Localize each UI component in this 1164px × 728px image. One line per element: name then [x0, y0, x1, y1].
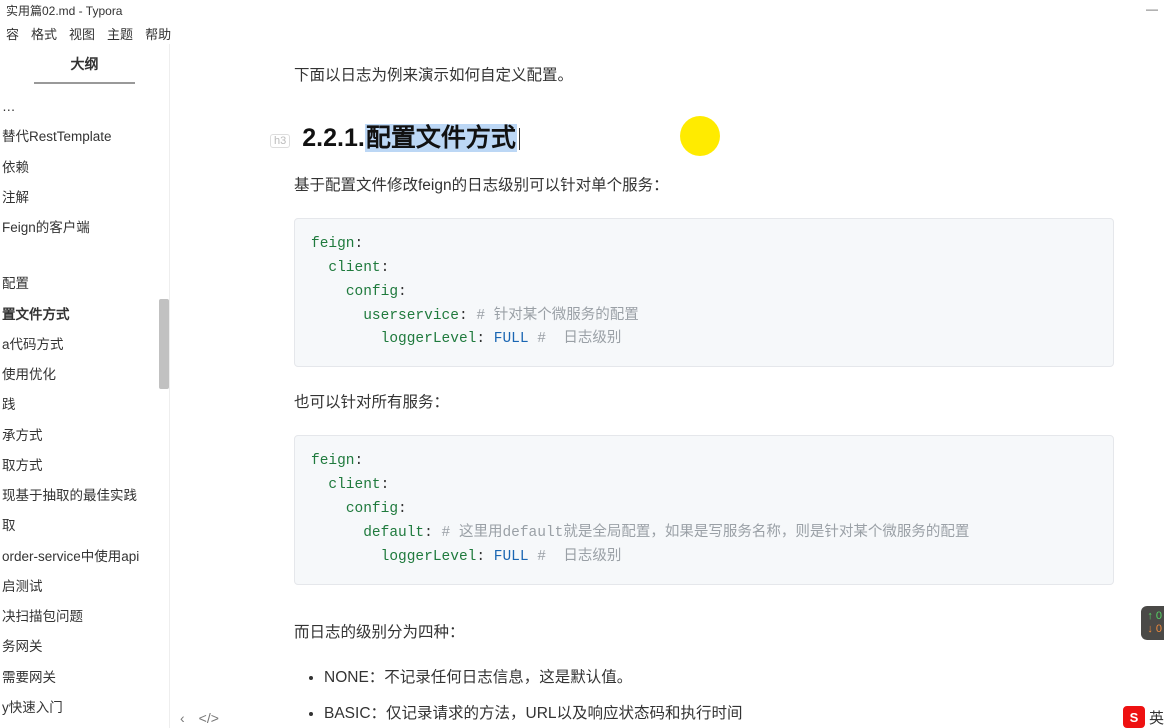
- sync-up: ↑ 0: [1147, 610, 1162, 623]
- heading-h3[interactable]: 2.2.1.配置文件方式: [302, 118, 520, 154]
- outline-item[interactable]: 决扫描包问题: [0, 602, 169, 632]
- heading-row[interactable]: h3 2.2.1.配置文件方式: [294, 118, 1114, 154]
- paragraph[interactable]: 下面以日志为例来演示如何自定义配置。: [294, 62, 1114, 90]
- menu-bar: 容 格式 视图 主题 帮助: [0, 20, 1164, 44]
- menu-item[interactable]: 主题: [107, 24, 133, 43]
- status-bar: ‹ </>: [180, 710, 219, 726]
- outline-item[interactable]: 需要网关: [0, 663, 169, 693]
- paragraph[interactable]: 而日志的级别分为四种：: [294, 619, 1114, 647]
- outline-item[interactable]: 替代RestTemplate: [0, 122, 169, 152]
- outline-item[interactable]: y快速入门: [0, 693, 169, 723]
- outline-item[interactable]: order-service中使用api: [0, 542, 169, 572]
- list-item[interactable]: BASIC：仅记录请求的方法，URL以及响应状态码和执行时间: [324, 701, 1114, 727]
- menu-item[interactable]: 帮助: [145, 24, 171, 43]
- outline-item[interactable]: 注解: [0, 183, 169, 213]
- sync-down: ↓ 0: [1147, 623, 1162, 636]
- editor-content[interactable]: 下面以日志为例来演示如何自定义配置。 h3 2.2.1.配置文件方式 基于配置文…: [170, 44, 1164, 728]
- outline-item[interactable]: 现基于抽取的最佳实践: [0, 481, 169, 511]
- log-levels-list: NONE：不记录任何日志信息，这是默认值。 BASIC：仅记录请求的方法，URL…: [324, 665, 1114, 728]
- outline-sidebar: 大纲 … 替代RestTemplate 依赖 注解 Feign的客户端 配置 置…: [0, 44, 170, 728]
- menu-item[interactable]: 格式: [31, 24, 57, 43]
- source-mode-icon[interactable]: </>: [199, 710, 219, 726]
- outline-item[interactable]: 使用优化: [0, 360, 169, 390]
- outline-header: 大纲: [34, 44, 135, 84]
- outline-item[interactable]: Feign的客户端: [0, 213, 169, 243]
- menu-item[interactable]: 视图: [69, 24, 95, 43]
- menu-item[interactable]: 容: [6, 24, 19, 43]
- outline-item[interactable]: 依赖: [0, 153, 169, 183]
- ime-icon: S: [1123, 706, 1145, 728]
- outline-list[interactable]: … 替代RestTemplate 依赖 注解 Feign的客户端 配置 置文件方…: [0, 88, 169, 728]
- outline-item[interactable]: 取: [0, 511, 169, 541]
- back-icon[interactable]: ‹: [180, 710, 185, 726]
- heading-selection: 配置文件方式: [365, 124, 517, 152]
- outline-item[interactable]: a代码方式: [0, 330, 169, 360]
- outline-item[interactable]: 取方式: [0, 451, 169, 481]
- list-item[interactable]: NONE：不记录任何日志信息，这是默认值。: [324, 665, 1114, 691]
- outline-item[interactable]: 承方式: [0, 421, 169, 451]
- window-title: 实用篇02.md - Typora: [6, 2, 123, 19]
- ime-lang: 英: [1149, 707, 1164, 728]
- outline-item-active[interactable]: 置文件方式: [0, 300, 169, 330]
- outline-item[interactable]: 配置: [0, 269, 169, 299]
- outline-item[interactable]: 启测试: [0, 572, 169, 602]
- code-block[interactable]: feign: client: config: default: # 这里用def…: [294, 435, 1114, 585]
- sidebar-scrollbar[interactable]: [159, 299, 169, 389]
- text-caret: [519, 128, 520, 150]
- paragraph[interactable]: 基于配置文件修改feign的日志级别可以针对单个服务：: [294, 172, 1114, 200]
- code-block[interactable]: feign: client: config: userservice: # 针对…: [294, 218, 1114, 368]
- paragraph[interactable]: 也可以针对所有服务：: [294, 389, 1114, 417]
- ime-indicator[interactable]: S 英: [1123, 706, 1164, 728]
- heading-level-tag: h3: [270, 134, 290, 148]
- outline-item[interactable]: gateway服务，引入依赖: [0, 723, 169, 728]
- window-minimize[interactable]: —: [1146, 2, 1158, 16]
- heading-prefix: 2.2.1.: [302, 124, 365, 152]
- outline-item[interactable]: …: [0, 92, 169, 122]
- sync-badge[interactable]: ↑ 0 ↓ 0: [1141, 606, 1164, 640]
- title-bar: 实用篇02.md - Typora —: [0, 0, 1164, 20]
- outline-gap: [0, 243, 169, 269]
- outline-item[interactable]: 务网关: [0, 632, 169, 662]
- outline-item[interactable]: 践: [0, 390, 169, 420]
